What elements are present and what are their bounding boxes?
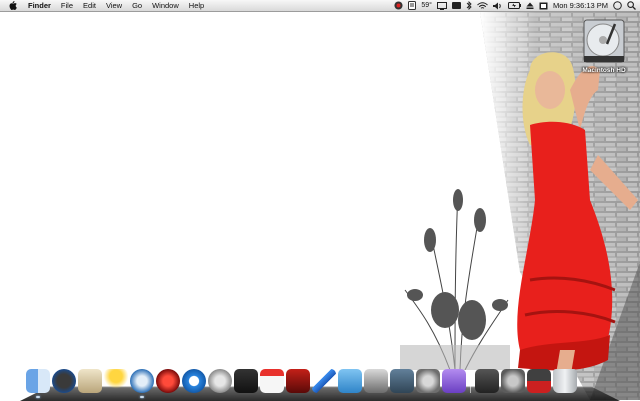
running-indicator — [140, 396, 144, 398]
battery-icon[interactable] — [507, 2, 521, 9]
system-preferences-icon[interactable] — [416, 369, 440, 393]
spaces-icon[interactable] — [451, 2, 461, 9]
dock — [26, 363, 577, 398]
ical-widget-icon[interactable] — [156, 369, 180, 393]
preview-icon[interactable] — [78, 369, 102, 393]
pen-icon[interactable] — [312, 369, 336, 393]
eject-icon[interactable] — [526, 2, 534, 10]
macintosh-hd-drive[interactable]: Macintosh HD — [574, 18, 634, 82]
menu-file[interactable]: File — [56, 0, 78, 11]
display-mirroring-icon[interactable] — [436, 1, 447, 10]
bluetooth-icon[interactable] — [466, 1, 472, 10]
menu-clock[interactable]: Mon 9:36:13 PM — [553, 0, 608, 11]
drive-label: Macintosh HD — [582, 67, 626, 74]
desktop-wallpaper — [0, 0, 640, 400]
menu-extras: 59° Mon 9:36:13 PM — [394, 0, 636, 11]
hard-drive-icon — [583, 19, 625, 63]
textmate-icon[interactable] — [338, 369, 362, 393]
dock-separator — [470, 371, 471, 393]
quicktime-icon[interactable] — [182, 369, 206, 393]
spotlight-icon[interactable] — [627, 1, 636, 10]
record-status-icon[interactable] — [394, 1, 403, 10]
iphoto-icon[interactable] — [364, 369, 388, 393]
keyboard-input-icon[interactable] — [539, 2, 548, 10]
app-menu-finder[interactable]: Finder — [20, 0, 56, 11]
woman-in-red-dress — [517, 52, 638, 380]
menu-bar: Finder File Edit View Go Window Help 59°… — [0, 0, 640, 12]
downloads-stack-icon[interactable] — [501, 369, 525, 393]
menu-view[interactable]: View — [101, 0, 127, 11]
dashboard-icon[interactable] — [52, 369, 76, 393]
trash-icon[interactable] — [553, 369, 577, 393]
itunes-icon[interactable] — [208, 369, 232, 393]
script-menu-icon[interactable] — [408, 1, 417, 10]
aim-icon[interactable] — [104, 369, 128, 393]
menu-help[interactable]: Help — [184, 0, 209, 11]
photo-booth-icon[interactable] — [286, 369, 310, 393]
menu-window[interactable]: Window — [147, 0, 184, 11]
finder-icon[interactable] — [26, 369, 50, 398]
vlc-icon[interactable] — [234, 369, 258, 393]
apple-menu-icon[interactable] — [6, 1, 20, 10]
fast-user-switching-icon[interactable] — [613, 1, 622, 10]
ical-icon[interactable] — [260, 369, 284, 393]
menu-edit[interactable]: Edit — [78, 0, 101, 11]
menu-go[interactable]: Go — [127, 0, 147, 11]
weather-temperature[interactable]: 59° — [421, 0, 432, 11]
applications-stack-icon[interactable] — [527, 369, 551, 393]
safari-icon[interactable] — [130, 369, 154, 398]
running-indicator — [36, 396, 40, 398]
expose-icon[interactable] — [390, 369, 414, 393]
volume-icon[interactable] — [492, 2, 503, 10]
wifi-icon[interactable] — [477, 1, 488, 10]
folder-icon[interactable] — [442, 369, 466, 393]
documents-stack-icon[interactable] — [475, 369, 499, 393]
